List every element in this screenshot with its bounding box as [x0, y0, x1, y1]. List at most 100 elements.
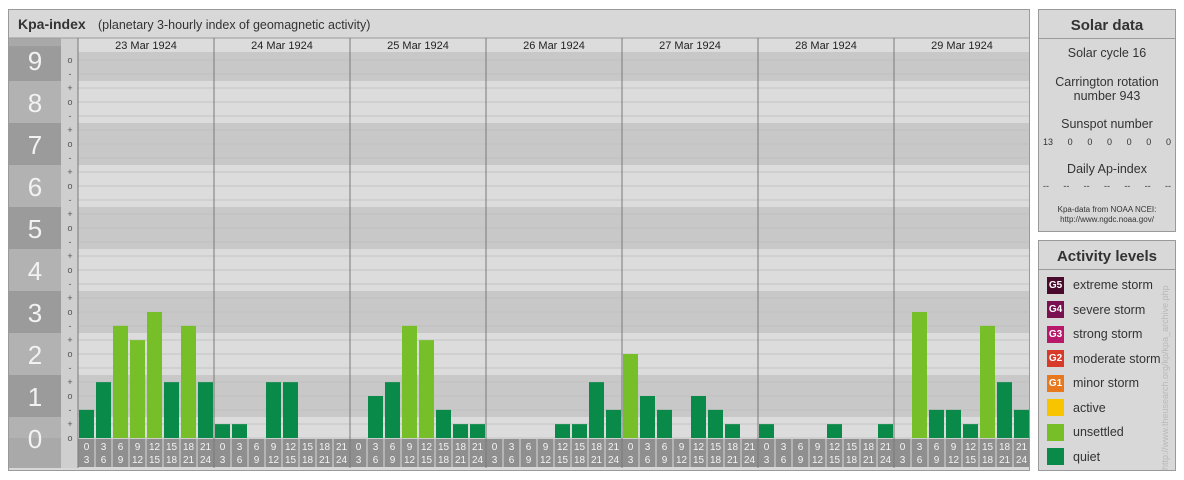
interval-start-label: 18 [591, 442, 603, 453]
interval-end-label: 6 [917, 455, 923, 466]
kp-bar [215, 424, 230, 438]
legend-swatch [1047, 448, 1064, 465]
interval-end-label: 18 [982, 455, 994, 466]
legend-item: unsettled [1047, 422, 1124, 442]
y-tick-label: 3 [28, 298, 42, 328]
interval-end-label: 6 [101, 455, 107, 466]
interval-end-label: 21 [999, 455, 1011, 466]
legend-label: active [1073, 400, 1106, 415]
sunspot-values-row: 13 0 0 0 0 0 0 [1043, 137, 1171, 147]
y-subtick-label: + [67, 167, 72, 177]
y-subtick-label: + [67, 419, 72, 429]
interval-start-label: 6 [662, 442, 668, 453]
kp-bar [232, 424, 247, 438]
y-subtick-label: - [69, 405, 72, 415]
legend-item: G3 strong storm [1047, 324, 1142, 344]
legend-item: G5 extreme storm [1047, 275, 1153, 295]
interval-end-label: 3 [84, 455, 90, 466]
interval-start-label: 6 [118, 442, 124, 453]
interval-end-label: 15 [421, 455, 433, 466]
interval-end-label: 3 [220, 455, 226, 466]
credit-text: http://www.theusearch.org/kp/kpa_archive… [1160, 285, 1170, 470]
interval-start-label: 3 [509, 442, 515, 453]
interval-end-label: 24 [336, 455, 348, 466]
kp-bar [759, 424, 774, 438]
interval-end-label: 18 [438, 455, 450, 466]
interval-start-label: 21 [200, 442, 212, 453]
interval-start-label: 12 [285, 442, 297, 453]
y-subtick-label: + [67, 83, 72, 93]
data-source-line2: http://www.ngdc.noaa.gov/ [1060, 215, 1154, 224]
interval-end-label: 24 [608, 455, 620, 466]
interval-end-label: 9 [118, 455, 124, 466]
interval-start-label: 21 [608, 442, 620, 453]
interval-start-label: 0 [220, 442, 226, 453]
interval-start-label: 0 [764, 442, 770, 453]
legend-item: G2 moderate storm [1047, 349, 1161, 369]
kp-bar [708, 409, 723, 438]
kp-bar [946, 409, 961, 438]
legend-item: active [1047, 398, 1106, 418]
interval-start-label: 0 [84, 442, 90, 453]
ap-value: -- [1103, 181, 1110, 191]
kp-bar [963, 424, 978, 438]
interval-end-label: 12 [812, 455, 824, 466]
y-subtick-label: - [69, 363, 72, 373]
kp-bar [980, 325, 995, 438]
interval-end-label: 9 [254, 455, 260, 466]
interval-end-label: 21 [591, 455, 603, 466]
chart-subtitle: (planetary 3-hourly index of geomagnetic… [98, 18, 370, 32]
interval-start-label: 18 [455, 442, 467, 453]
interval-end-label: 18 [166, 455, 178, 466]
interval-end-label: 18 [846, 455, 858, 466]
interval-start-label: 15 [302, 442, 314, 453]
interval-end-label: 9 [934, 455, 940, 466]
interval-end-label: 21 [727, 455, 739, 466]
interval-end-label: 15 [693, 455, 705, 466]
interval-start-label: 0 [492, 442, 498, 453]
y-tick-label: 5 [28, 214, 42, 244]
interval-end-label: 12 [132, 455, 144, 466]
y-subtick-label: o [67, 55, 72, 65]
y-subtick-label: o [67, 139, 72, 149]
interval-end-label: 21 [319, 455, 331, 466]
y-subtick-label: o [67, 433, 72, 443]
kp-bar [79, 409, 94, 438]
interval-end-label: 24 [200, 455, 212, 466]
interval-end-label: 6 [645, 455, 651, 466]
y-subtick-label: o [67, 391, 72, 401]
kp-bar [113, 325, 128, 438]
interval-start-label: 21 [336, 442, 348, 453]
sunspot-value: 0 [1106, 137, 1112, 147]
kp-bar [929, 409, 944, 438]
y-subtick-label: - [69, 237, 72, 247]
interval-end-label: 15 [149, 455, 161, 466]
legend-swatch: G2 [1047, 350, 1064, 367]
ap-value: -- [1124, 181, 1131, 191]
interval-start-label: 9 [951, 442, 957, 453]
interval-end-label: 9 [526, 455, 532, 466]
legend-label: moderate storm [1073, 351, 1161, 366]
y-subtick-label: - [69, 279, 72, 289]
y-subtick-label: o [67, 223, 72, 233]
interval-start-label: 9 [543, 442, 549, 453]
solar-cycle-label: Solar cycle 16 [1067, 46, 1147, 60]
legend-label: quiet [1073, 449, 1101, 464]
kp-bar [470, 424, 485, 438]
y-subtick-label: + [67, 209, 72, 219]
chart-title: Kpa-index [18, 16, 86, 32]
kp-bar [691, 396, 706, 438]
kpa-chart: Kpa-index (planetary 3-hourly index of g… [9, 16, 1029, 468]
y-subtick-label: + [67, 251, 72, 261]
kp-bar [164, 382, 179, 438]
sunspot-value: 13 [1043, 137, 1054, 147]
interval-end-label: 12 [676, 455, 688, 466]
interval-start-label: 3 [237, 442, 243, 453]
interval-end-label: 6 [373, 455, 379, 466]
legend-swatch [1047, 423, 1064, 441]
day-label: 24 Mar 1924 [251, 40, 313, 52]
y-tick-label: 6 [28, 172, 42, 202]
kp-bar [912, 312, 927, 438]
kp-bar [657, 409, 672, 438]
interval-end-label: 12 [540, 455, 552, 466]
